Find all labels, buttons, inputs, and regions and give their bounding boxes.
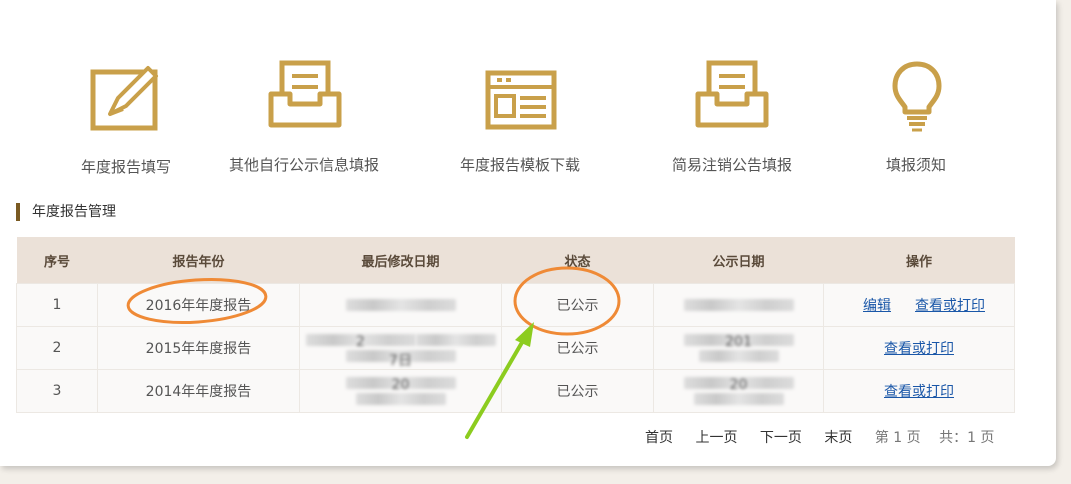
view-print-link[interactable]: 查看或打印: [884, 384, 954, 400]
redacted-value: [683, 299, 794, 311]
pagination: 首页 上一页 下一页 末页 第 1 页 共：1 页: [645, 427, 1008, 447]
row-public-date: [653, 283, 824, 327]
date-visible-prefix: 2: [305, 334, 416, 350]
edit-form-icon: [90, 66, 158, 131]
row-index: 3: [16, 369, 98, 413]
date-visible-prefix: 20: [683, 377, 794, 393]
edit-link[interactable]: 编辑: [863, 298, 891, 314]
redacted-value: [355, 393, 446, 405]
redacted-value: [415, 334, 496, 346]
redacted-value: [345, 299, 456, 311]
redacted-value: [698, 350, 779, 362]
total-pages: 共：1 页: [939, 430, 995, 446]
prev-page-button[interactable]: 上一页: [695, 430, 737, 446]
shortcut-other-disclosure[interactable]: 其他自行公示信息填报: [229, 60, 379, 174]
col-header-status: 状态: [501, 237, 654, 284]
shortcut-label: 年度报告填写: [80, 158, 172, 176]
date-visible-prefix: 201: [683, 334, 794, 350]
row-index: 2: [16, 326, 98, 370]
row-public-date: 20: [653, 369, 824, 413]
view-print-link[interactable]: 查看或打印: [915, 298, 985, 314]
row-public-date: 201: [653, 326, 824, 370]
row-modified-date: 27日: [299, 326, 502, 370]
annual-report-table: 序号 报告年份 最后修改日期 状态 公示日期 操作 1 2016年年度报告 已公…: [16, 237, 1015, 413]
row-year: 2016年年度报告: [97, 283, 300, 327]
row-status: 已公示: [501, 283, 654, 327]
main-panel: 年度报告填写 其他自行公示信息填报 年度报告模板下载 简易注销公告填报 填报须知…: [0, 0, 1056, 466]
col-header-actions: 操作: [823, 237, 1015, 284]
row-modified-date: 20: [299, 369, 502, 413]
template-icon: [485, 70, 557, 130]
lightbulb-icon: [892, 61, 942, 132]
row-actions: 查看或打印: [823, 369, 1015, 413]
view-print-link[interactable]: 查看或打印: [884, 341, 954, 357]
table-row: 3 2014年年度报告 20 已公示 20 查看或打印: [16, 369, 1015, 413]
current-page: 第 1 页: [874, 430, 921, 446]
shortcut-label: 其他自行公示信息填报: [228, 156, 380, 174]
shortcut-filing-notice[interactable]: 填报须知: [886, 60, 946, 174]
redacted-value: [693, 393, 784, 405]
row-year: 2015年年度报告: [97, 326, 300, 370]
date-visible-suffix: 7日: [345, 350, 456, 369]
row-index: 1: [16, 283, 98, 327]
shortcut-template-download[interactable]: 年度报告模板下载: [460, 70, 580, 174]
table-row: 2 2015年年度报告 27日 已公示 201 查看或打印: [16, 326, 1015, 370]
section-title: 年度报告管理: [16, 203, 116, 221]
date-visible-prefix: 20: [345, 377, 456, 393]
last-page-button[interactable]: 末页: [824, 430, 852, 446]
shortcut-label: 简易注销公告填报: [671, 156, 793, 174]
col-header-public-date: 公示日期: [653, 237, 824, 284]
shortcut-label: 年度报告模板下载: [459, 156, 581, 174]
shortcut-label: 填报须知: [885, 156, 947, 174]
shortcut-annual-report-fill[interactable]: 年度报告填写: [81, 62, 171, 176]
row-modified-date: [299, 283, 502, 327]
document-tray-icon: [695, 60, 769, 128]
next-page-button[interactable]: 下一页: [760, 430, 802, 446]
row-status: 已公示: [501, 326, 654, 370]
col-header-year: 报告年份: [97, 237, 300, 284]
document-tray-icon: [268, 60, 342, 128]
row-year: 2014年年度报告: [97, 369, 300, 413]
table-header-row: 序号 报告年份 最后修改日期 状态 公示日期 操作: [16, 237, 1015, 284]
row-actions: 编辑 查看或打印: [823, 283, 1015, 327]
col-header-modified: 最后修改日期: [299, 237, 502, 284]
table-row: 1 2016年年度报告 已公示 编辑 查看或打印: [16, 283, 1015, 327]
row-actions: 查看或打印: [823, 326, 1015, 370]
col-header-index: 序号: [16, 237, 98, 284]
first-page-button[interactable]: 首页: [645, 430, 673, 446]
row-status: 已公示: [501, 369, 654, 413]
shortcut-simple-cancellation[interactable]: 简易注销公告填报: [672, 60, 792, 174]
